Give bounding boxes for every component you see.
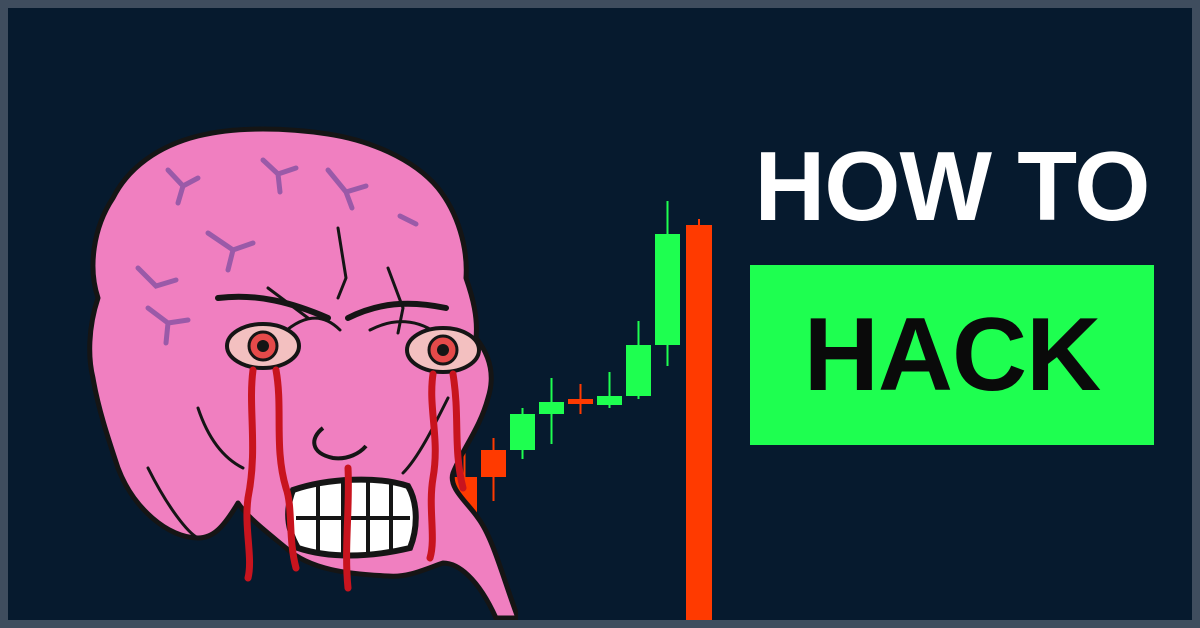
candle-up	[597, 396, 622, 405]
candle-up	[626, 345, 651, 396]
headline-line-1: HOW TO	[754, 131, 1150, 241]
enraged-wojak-face-icon	[87, 126, 518, 620]
thumbnail-frame: HOW TO HACK	[0, 0, 1200, 628]
candle-down	[568, 399, 593, 404]
headline-line-2: HACK	[803, 296, 1101, 413]
candle-down	[686, 225, 712, 620]
candle-up	[539, 402, 564, 414]
hack-highlight-box: HACK	[750, 265, 1154, 445]
candle-up	[655, 234, 680, 345]
